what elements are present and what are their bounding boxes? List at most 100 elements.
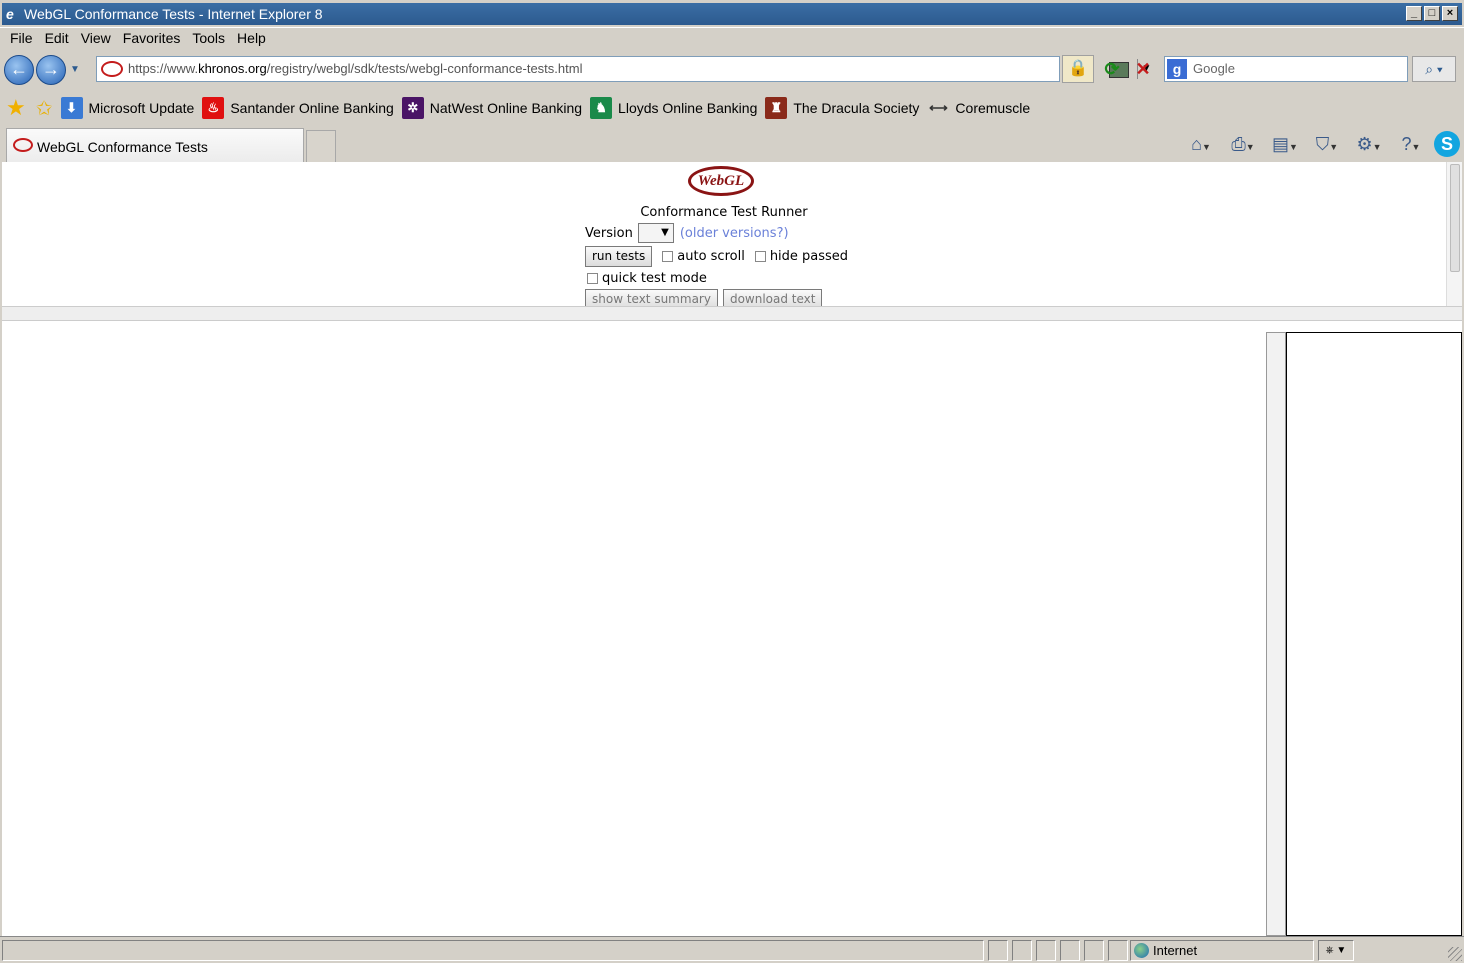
- command-bar: ⌂▼ ⎙▼ ▤▼ ⛉▼ ⚙▼ ?▼ S: [1182, 131, 1460, 157]
- frame-separator: [2, 306, 1462, 321]
- hide-passed-label: hide passed: [769, 248, 849, 264]
- google-icon: g: [1167, 59, 1187, 79]
- quick-mode-row: quick test mode: [585, 267, 848, 289]
- scrollbar-thumb[interactable]: [1450, 164, 1460, 272]
- status-cell-1: [988, 940, 1008, 961]
- menu-file[interactable]: File: [4, 28, 39, 50]
- version-select[interactable]: ▼: [637, 223, 674, 243]
- favorite-label: Coremuscle: [955, 100, 1031, 116]
- address-bar[interactable]: https://www.khronos.org/registry/webgl/s…: [96, 56, 1155, 82]
- lloyds-icon: ♞: [590, 97, 613, 119]
- menu-view[interactable]: View: [75, 28, 117, 50]
- new-tab-button[interactable]: [306, 130, 336, 162]
- page-viewport: WebGL Conformance Test Runner Version ▼ …: [2, 162, 1462, 936]
- ie-icon: e: [6, 6, 14, 22]
- version-row: Version ▼ (older versions?): [585, 222, 848, 244]
- status-cell-6: [1108, 940, 1128, 961]
- status-bar: Internet ⎈ ▼: [0, 936, 1464, 963]
- tab-label: WebGL Conformance Tests: [37, 139, 208, 155]
- security-zone[interactable]: Internet: [1130, 940, 1314, 961]
- favorite-label: Santander Online Banking: [230, 100, 394, 116]
- coremuscle-icon: ⟷: [929, 100, 948, 115]
- back-button[interactable]: ←: [4, 55, 34, 85]
- favorite-santander[interactable]: ♨ Santander Online Banking: [202, 97, 394, 119]
- navigation-bar: ← → ▼ https://www.khronos.org/registry/w…: [0, 52, 1464, 88]
- zone-label: Internet: [1153, 943, 1198, 958]
- window-title: WebGL Conformance Tests - Internet Explo…: [24, 6, 323, 22]
- header-scrollbar[interactable]: [1446, 162, 1462, 306]
- quick-test-mode-checkbox[interactable]: [587, 272, 598, 284]
- quick-test-mode-label: quick test mode: [602, 270, 707, 286]
- status-cell-5: [1084, 940, 1104, 961]
- add-favorite-icon[interactable]: ✩: [36, 96, 53, 121]
- minimize-icon[interactable]: _: [1406, 6, 1422, 21]
- favorite-label: The Dracula Society: [793, 100, 920, 116]
- skype-icon[interactable]: S: [1434, 131, 1460, 157]
- runner-controls: Version ▼ (older versions?) run tests au…: [585, 222, 848, 310]
- favorites-star-icon[interactable]: ★: [6, 95, 26, 121]
- dracula-society-icon: ♜: [765, 97, 788, 119]
- natwest-icon: ✲: [401, 97, 424, 119]
- tab-bar: WebGL Conformance Tests ⌂▼ ⎙▼ ▤▼ ⛉▼ ⚙▼ ?…: [0, 126, 1464, 162]
- recent-pages-dropdown-icon[interactable]: ▼: [70, 64, 80, 75]
- page-icon[interactable]: ▤▼: [1266, 131, 1304, 157]
- globe-icon: [1134, 943, 1149, 958]
- forward-button[interactable]: →: [36, 55, 66, 85]
- print-icon[interactable]: ⎙▼: [1224, 131, 1262, 157]
- runner-header-frame: WebGL Conformance Test Runner Version ▼ …: [2, 162, 1446, 310]
- resize-grip-icon[interactable]: [1448, 947, 1462, 961]
- help-icon[interactable]: ?▼: [1392, 131, 1430, 157]
- home-icon[interactable]: ⌂▼: [1182, 131, 1220, 157]
- favorite-coremuscle[interactable]: ⟷ Coremuscle: [927, 97, 1030, 119]
- webgl-logo: WebGL: [688, 166, 754, 196]
- results-frame: [2, 322, 1462, 936]
- menu-favorites[interactable]: Favorites: [117, 28, 187, 50]
- status-cell-2: [1012, 940, 1032, 961]
- menu-help[interactable]: Help: [231, 28, 272, 50]
- hide-passed-checkbox[interactable]: [754, 250, 766, 262]
- window-controls: _ □ ×: [1406, 6, 1458, 21]
- run-tests-button[interactable]: run tests: [585, 245, 653, 267]
- security-lock-icon[interactable]: 🔒: [1062, 55, 1094, 83]
- auto-scroll-checkbox[interactable]: [662, 250, 674, 262]
- favorite-label: Lloyds Online Banking: [618, 100, 758, 116]
- search-box[interactable]: g Google: [1164, 56, 1408, 82]
- maximize-icon[interactable]: □: [1424, 6, 1440, 21]
- safety-icon[interactable]: ⛉▼: [1308, 131, 1346, 157]
- auto-scroll-label: auto scroll: [677, 248, 745, 264]
- test-iframe: [1286, 332, 1462, 936]
- stop-icon[interactable]: ✕: [1130, 55, 1156, 83]
- favorites-bar: ★ ✩ ⬇ Microsoft Update ♨ Santander Onlin…: [0, 92, 1464, 124]
- title-bar-fill: e WebGL Conformance Tests - Internet Exp…: [2, 3, 1462, 25]
- status-cell-4: [1060, 940, 1080, 961]
- frame-resize-handle[interactable]: [1266, 332, 1286, 936]
- tab-webgl-conformance[interactable]: WebGL Conformance Tests: [6, 128, 304, 162]
- run-row: run tests auto scroll hide passed: [585, 245, 848, 267]
- favorite-dracula-society[interactable]: ♜ The Dracula Society: [765, 97, 919, 119]
- page-title: Conformance Test Runner: [640, 205, 808, 220]
- menu-tools[interactable]: Tools: [186, 28, 231, 50]
- microsoft-update-icon: ⬇: [60, 97, 83, 119]
- close-icon[interactable]: ×: [1442, 6, 1458, 21]
- protected-mode-icon[interactable]: ⎈ ▼: [1318, 940, 1354, 961]
- favorite-label: Microsoft Update: [88, 100, 195, 116]
- tools-gear-icon[interactable]: ⚙▼: [1350, 131, 1388, 157]
- search-button[interactable]: ⌕ ▾: [1412, 56, 1456, 82]
- menu-edit[interactable]: Edit: [39, 28, 75, 50]
- version-label: Version: [585, 225, 633, 241]
- site-favicon-icon: [101, 61, 123, 77]
- title-bar: e WebGL Conformance Tests - Internet Exp…: [0, 0, 1464, 28]
- menu-bar: File Edit View Favorites Tools Help: [0, 28, 1464, 50]
- favorite-natwest[interactable]: ✲ NatWest Online Banking: [401, 97, 583, 119]
- favorite-lloyds[interactable]: ♞ Lloyds Online Banking: [590, 97, 757, 119]
- older-versions-link[interactable]: (older versions?): [680, 226, 789, 241]
- favorite-microsoft-update[interactable]: ⬇ Microsoft Update: [60, 97, 195, 119]
- search-placeholder[interactable]: Google: [1193, 61, 1235, 76]
- favorite-label: NatWest Online Banking: [429, 100, 583, 116]
- refresh-icon[interactable]: ⟳: [1098, 55, 1126, 83]
- address-url[interactable]: https://www.khronos.org/registry/webgl/s…: [128, 61, 582, 76]
- tab-favicon-icon: [13, 138, 33, 152]
- status-text: [2, 940, 984, 961]
- status-cell-3: [1036, 940, 1056, 961]
- santander-icon: ♨: [202, 97, 225, 119]
